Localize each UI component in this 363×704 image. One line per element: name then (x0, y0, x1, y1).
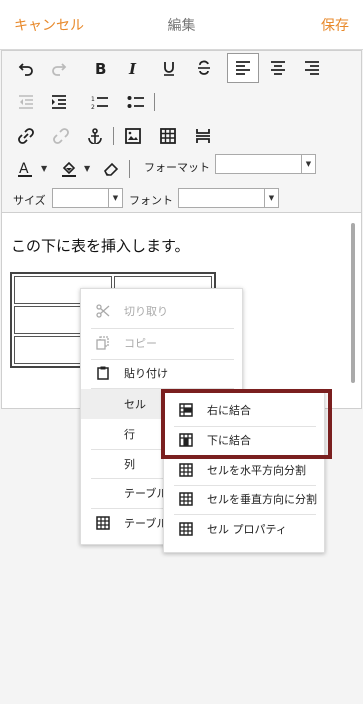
undo-icon (18, 63, 33, 76)
page-title: 編集 (167, 18, 196, 34)
menu-item-paste[interactable]: 貼り付け (81, 363, 242, 383)
content-paragraph: この下に表を挿入します。 (11, 237, 190, 255)
link-button[interactable] (13, 124, 39, 148)
clear-format-button[interactable] (98, 157, 124, 181)
unlink-icon (53, 128, 69, 144)
indent-icon (52, 95, 66, 109)
page-break-icon (196, 129, 210, 143)
bulleted-list-icon (127, 96, 144, 108)
chevron-down-icon: ▼ (301, 155, 315, 173)
split-vertical-icon (178, 491, 194, 507)
submenu-item-label: セルを水平方向分割 (207, 464, 306, 477)
underline-icon (164, 62, 174, 76)
highlight-callout (161, 389, 332, 459)
menu-item-label: 列 (124, 458, 135, 471)
editor-toolbar: B I 12 A ▼ ▼ フォーマット ▼ サイズ ▼ フォント ▼ (2, 51, 361, 213)
submenu-item-cell-properties[interactable]: セル プロパティ (164, 519, 324, 539)
vertical-scrollbar[interactable] (351, 223, 355, 383)
svg-text:A: A (19, 161, 29, 177)
toolbar-separator (113, 127, 114, 145)
chevron-down-icon[interactable]: ▼ (84, 164, 90, 173)
menu-item-copy[interactable]: コピー (81, 333, 242, 353)
menu-item-label: テーブル (124, 517, 168, 530)
chevron-down-icon: ▼ (108, 189, 122, 207)
format-select[interactable]: ▼ (215, 154, 316, 174)
svg-text:1: 1 (91, 96, 95, 103)
menu-divider (174, 485, 316, 486)
indent-button[interactable] (46, 90, 72, 114)
menu-item-label: テーブル (124, 487, 168, 500)
split-horizontal-icon (178, 462, 194, 478)
menu-item-label: 貼り付け (124, 367, 168, 380)
image-icon (125, 128, 141, 144)
redo-button[interactable] (46, 56, 72, 80)
svg-text:B: B (95, 60, 106, 76)
numbered-list-icon: 12 (91, 96, 108, 110)
eraser-icon (104, 162, 119, 176)
menu-item-cut[interactable]: 切り取り (81, 301, 242, 321)
page-break-button[interactable] (190, 124, 216, 148)
undo-button[interactable] (13, 56, 39, 80)
table-button[interactable] (155, 124, 181, 148)
table-icon (95, 515, 111, 531)
image-button[interactable] (120, 124, 146, 148)
submenu-item-label: セル プロパティ (207, 523, 287, 536)
align-right-icon (305, 61, 319, 75)
align-center-icon (271, 61, 285, 75)
text-color-icon: A (18, 161, 32, 177)
svg-text:I: I (128, 60, 137, 76)
strikethrough-button[interactable] (191, 56, 217, 80)
unlink-button[interactable] (48, 124, 74, 148)
link-icon (18, 128, 34, 144)
size-select[interactable]: ▼ (52, 188, 123, 208)
format-label: フォーマット (144, 161, 210, 174)
bulleted-list-button[interactable] (123, 90, 149, 114)
copy-icon (95, 335, 111, 351)
numbered-list-button[interactable]: 12 (87, 90, 113, 114)
bold-button[interactable]: B (87, 56, 113, 80)
svg-text:2: 2 (91, 104, 95, 110)
strikethrough-icon (198, 60, 210, 75)
toolbar-separator (154, 93, 155, 111)
font-label: フォント (129, 194, 173, 207)
submenu-item-label: セルを垂直方向に分割 (207, 493, 317, 506)
chevron-down-icon[interactable]: ▼ (41, 164, 47, 173)
anchor-icon (88, 128, 102, 144)
menu-divider (91, 359, 234, 360)
submenu-item-split-vertical[interactable]: セルを垂直方向に分割 (164, 489, 324, 509)
align-left-button[interactable] (227, 53, 259, 83)
cell-properties-icon (178, 521, 194, 537)
align-right-button[interactable] (299, 56, 325, 80)
outdent-icon (19, 95, 33, 109)
background-color-button[interactable] (57, 157, 83, 181)
menu-item-label: 切り取り (124, 305, 168, 318)
anchor-button[interactable] (82, 124, 108, 148)
align-center-button[interactable] (265, 56, 291, 80)
bold-icon: B (95, 60, 106, 76)
toolbar-separator (129, 160, 130, 178)
italic-button[interactable]: I (120, 56, 146, 80)
menu-item-label: セル (124, 398, 146, 411)
submenu-item-split-horizontal[interactable]: セルを水平方向分割 (164, 460, 324, 480)
paint-bucket-icon (62, 161, 76, 177)
paste-icon (95, 365, 111, 381)
underline-button[interactable] (156, 56, 182, 80)
font-select[interactable]: ▼ (178, 188, 279, 208)
scissors-icon (95, 303, 111, 319)
outdent-button[interactable] (13, 90, 39, 114)
table-icon (160, 128, 176, 144)
menu-divider (91, 328, 234, 329)
redo-icon (52, 63, 67, 76)
menu-item-label: コピー (124, 337, 157, 350)
save-button[interactable]: 保存 (321, 15, 349, 35)
align-left-icon (236, 61, 250, 75)
text-color-button[interactable]: A (13, 157, 39, 181)
header-bar: キャンセル 編集 保存 (0, 0, 363, 50)
italic-icon: I (128, 60, 137, 76)
menu-item-label: 行 (124, 428, 135, 441)
chevron-down-icon: ▼ (264, 189, 278, 207)
menu-divider (174, 514, 316, 515)
size-label: サイズ (13, 194, 46, 207)
